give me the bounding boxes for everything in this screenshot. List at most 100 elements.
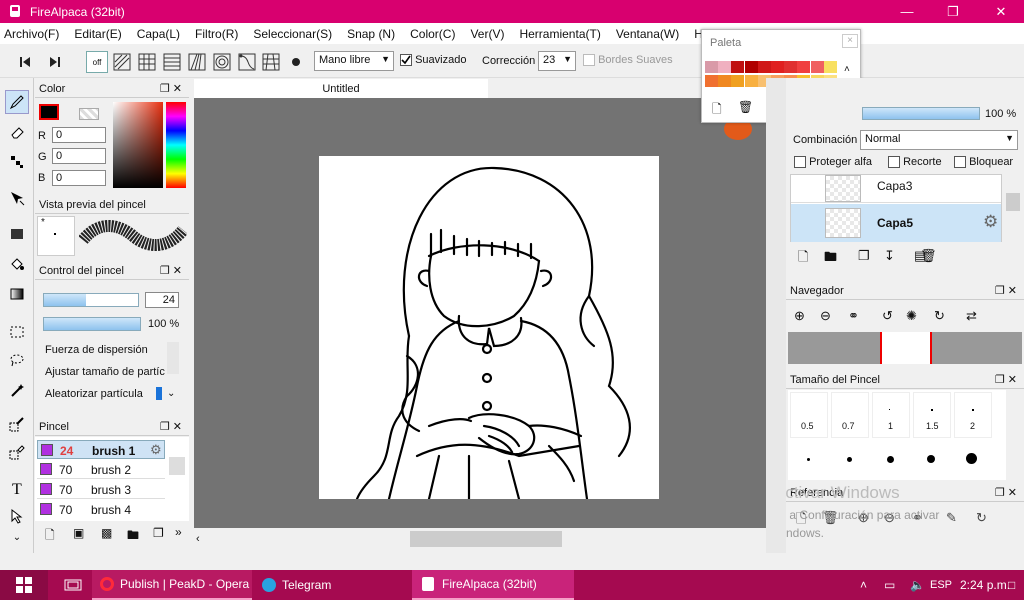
snap-3d-icon[interactable] (260, 51, 282, 73)
menu-color[interactable]: Color(C) (410, 27, 455, 41)
snap-parallel-icon[interactable] (111, 51, 133, 73)
select-eraser-tool-icon[interactable] (5, 440, 29, 464)
bucket-tool-icon[interactable] (5, 252, 29, 276)
size-dot[interactable] (807, 458, 810, 461)
palette-swatch[interactable] (823, 61, 837, 73)
zoom-in-icon[interactable]: ⊕ (794, 308, 805, 324)
new-folder-icon[interactable]: 🖿 (824, 248, 837, 270)
drawing-canvas[interactable] (319, 156, 659, 501)
brush-mode-select[interactable]: Mano libre ▼ (314, 51, 394, 71)
fill-rect-tool-icon[interactable] (5, 222, 29, 246)
minimize-icon[interactable]: — (884, 0, 930, 23)
gear-icon[interactable]: ⚙ (150, 442, 162, 458)
palette-swatch[interactable] (731, 75, 745, 87)
text-tool-icon[interactable]: T (5, 476, 29, 500)
rotate-left-icon[interactable]: ↺ (882, 308, 893, 324)
new-brush-icon[interactable]: 🗋 (45, 526, 55, 547)
rotate-icon[interactable]: ↻ (976, 510, 987, 526)
battery-icon[interactable]: ▭ (884, 570, 895, 600)
tab-untitled[interactable]: Untitled (194, 79, 488, 99)
blend-mode-select[interactable]: Normal ▼ (860, 130, 1018, 150)
speaker-icon[interactable]: 🔈 (910, 570, 925, 600)
menu-capa[interactable]: Capa(L) (137, 27, 180, 41)
size-dot[interactable] (927, 455, 935, 463)
copy-icon[interactable]: ❐ (153, 526, 164, 540)
layer-opacity-slider[interactable] (862, 107, 980, 120)
snap-perspective-icon[interactable] (186, 51, 208, 73)
menu-editar[interactable]: Editar(E) (74, 27, 121, 41)
new-layer-icon[interactable]: 🗋 (798, 248, 808, 270)
b-input[interactable]: 0 (52, 170, 106, 186)
brush-control-scrollbar[interactable] (167, 342, 179, 374)
palette-swatch[interactable] (705, 75, 718, 87)
brush-item-2[interactable]: 70 brush 2 (37, 460, 165, 479)
menu-herramienta[interactable]: Herramienta(T) (519, 27, 600, 41)
next-frame-icon[interactable] (44, 51, 66, 73)
palette-swatch[interactable] (731, 61, 745, 73)
taskbar-item-telegram[interactable]: Telegram (254, 570, 404, 600)
palette-swatch[interactable] (757, 61, 771, 73)
primary-color-swatch[interactable] (39, 104, 59, 120)
brush-opacity-slider[interactable] (43, 317, 141, 331)
duplicate-brush-icon[interactable]: ▩ (101, 526, 112, 540)
panel-controls-icon[interactable]: ❐✕ (160, 82, 185, 95)
eraser-tool-icon[interactable] (5, 120, 29, 144)
eyedropper-icon[interactable]: ✎ (946, 510, 957, 526)
panel-controls-icon[interactable]: ❐✕ (995, 486, 1020, 499)
taskbar-item-opera[interactable]: Publish | PeakD - Opera (92, 570, 252, 600)
size-cell-0-5[interactable]: 0.5 (790, 392, 828, 438)
clock[interactable]: 2:24 p.m. (960, 570, 1010, 600)
menu-ventana[interactable]: Ventana(W) (616, 27, 679, 41)
size-cell-0-7[interactable]: 0.7 (831, 392, 869, 438)
brush-dot-icon[interactable] (285, 51, 307, 73)
size-cell-1-5[interactable]: 1.5 (913, 392, 951, 438)
brush-item-1[interactable]: 24 brush 1 ⚙ (37, 440, 165, 459)
menu-filtro[interactable]: Filtro(R) (195, 27, 238, 41)
language-indicator[interactable]: ESP (930, 570, 952, 600)
menu-archivo[interactable]: Archivo(F) (4, 27, 59, 41)
palette-swatch[interactable] (718, 61, 732, 73)
more-icon[interactable]: » (175, 525, 182, 539)
r-input[interactable]: 0 (52, 127, 106, 143)
palette-swatch[interactable] (744, 75, 758, 87)
hue-slider[interactable] (166, 102, 186, 188)
snap-horizontal-icon[interactable] (161, 51, 183, 73)
delete-layer-icon[interactable]: 🗑 (920, 248, 937, 264)
snap-curve-icon[interactable] (236, 51, 258, 73)
clipping-checkbox[interactable]: Recorte (888, 156, 942, 169)
palette-scroll-up-icon[interactable]: ˄ (844, 64, 850, 75)
palette-swatch[interactable] (771, 61, 784, 73)
transparent-color-swatch[interactable] (79, 108, 99, 120)
size-dot[interactable] (887, 456, 894, 463)
panel-controls-icon[interactable]: ❐✕ (160, 264, 185, 277)
dot-pen-tool-icon[interactable] (5, 150, 29, 174)
merge-layer-icon[interactable]: ↧ (884, 248, 895, 264)
windows-start-icon[interactable] (0, 570, 48, 600)
panel-controls-icon[interactable]: ❐✕ (995, 373, 1020, 386)
snap-concentric-icon[interactable] (211, 51, 233, 73)
close-icon[interactable]: ✕ (978, 0, 1024, 23)
lock-checkbox[interactable]: Bloquear (954, 156, 1013, 169)
palette-swatch[interactable] (705, 61, 718, 73)
brush-item-3[interactable]: 70 brush 3 (37, 480, 165, 499)
lasso-tool-icon[interactable] (5, 348, 29, 372)
more-tools-chevron-icon[interactable]: ⌄ (5, 530, 29, 544)
palette-swatch[interactable] (718, 75, 732, 87)
select-tool-icon[interactable] (5, 320, 29, 344)
folder-icon[interactable]: 🖿 (127, 526, 139, 547)
close-icon[interactable]: × (842, 34, 858, 48)
zoom-out-icon[interactable]: ⊖ (820, 308, 831, 324)
zoom-fit-icon[interactable]: ⚭ (848, 308, 859, 324)
layer-item-capa5[interactable]: Capa5 ⚙ (791, 204, 1001, 242)
magic-wand-tool-icon[interactable] (5, 378, 29, 402)
protect-alpha-checkbox[interactable]: Proteger alfa (794, 156, 872, 169)
menu-ver[interactable]: Ver(V) (470, 27, 504, 41)
duplicate-layer-icon[interactable]: ❐ (858, 248, 870, 264)
snap-grid-icon[interactable] (136, 51, 158, 73)
randomize-toggle[interactable] (156, 387, 162, 400)
pen-tool-icon[interactable] (5, 90, 29, 114)
task-view-icon[interactable] (58, 570, 88, 600)
panel-controls-icon[interactable]: ❐✕ (995, 284, 1020, 297)
restore-icon[interactable]: ❐ (930, 0, 976, 23)
prev-frame-icon[interactable] (14, 51, 36, 73)
